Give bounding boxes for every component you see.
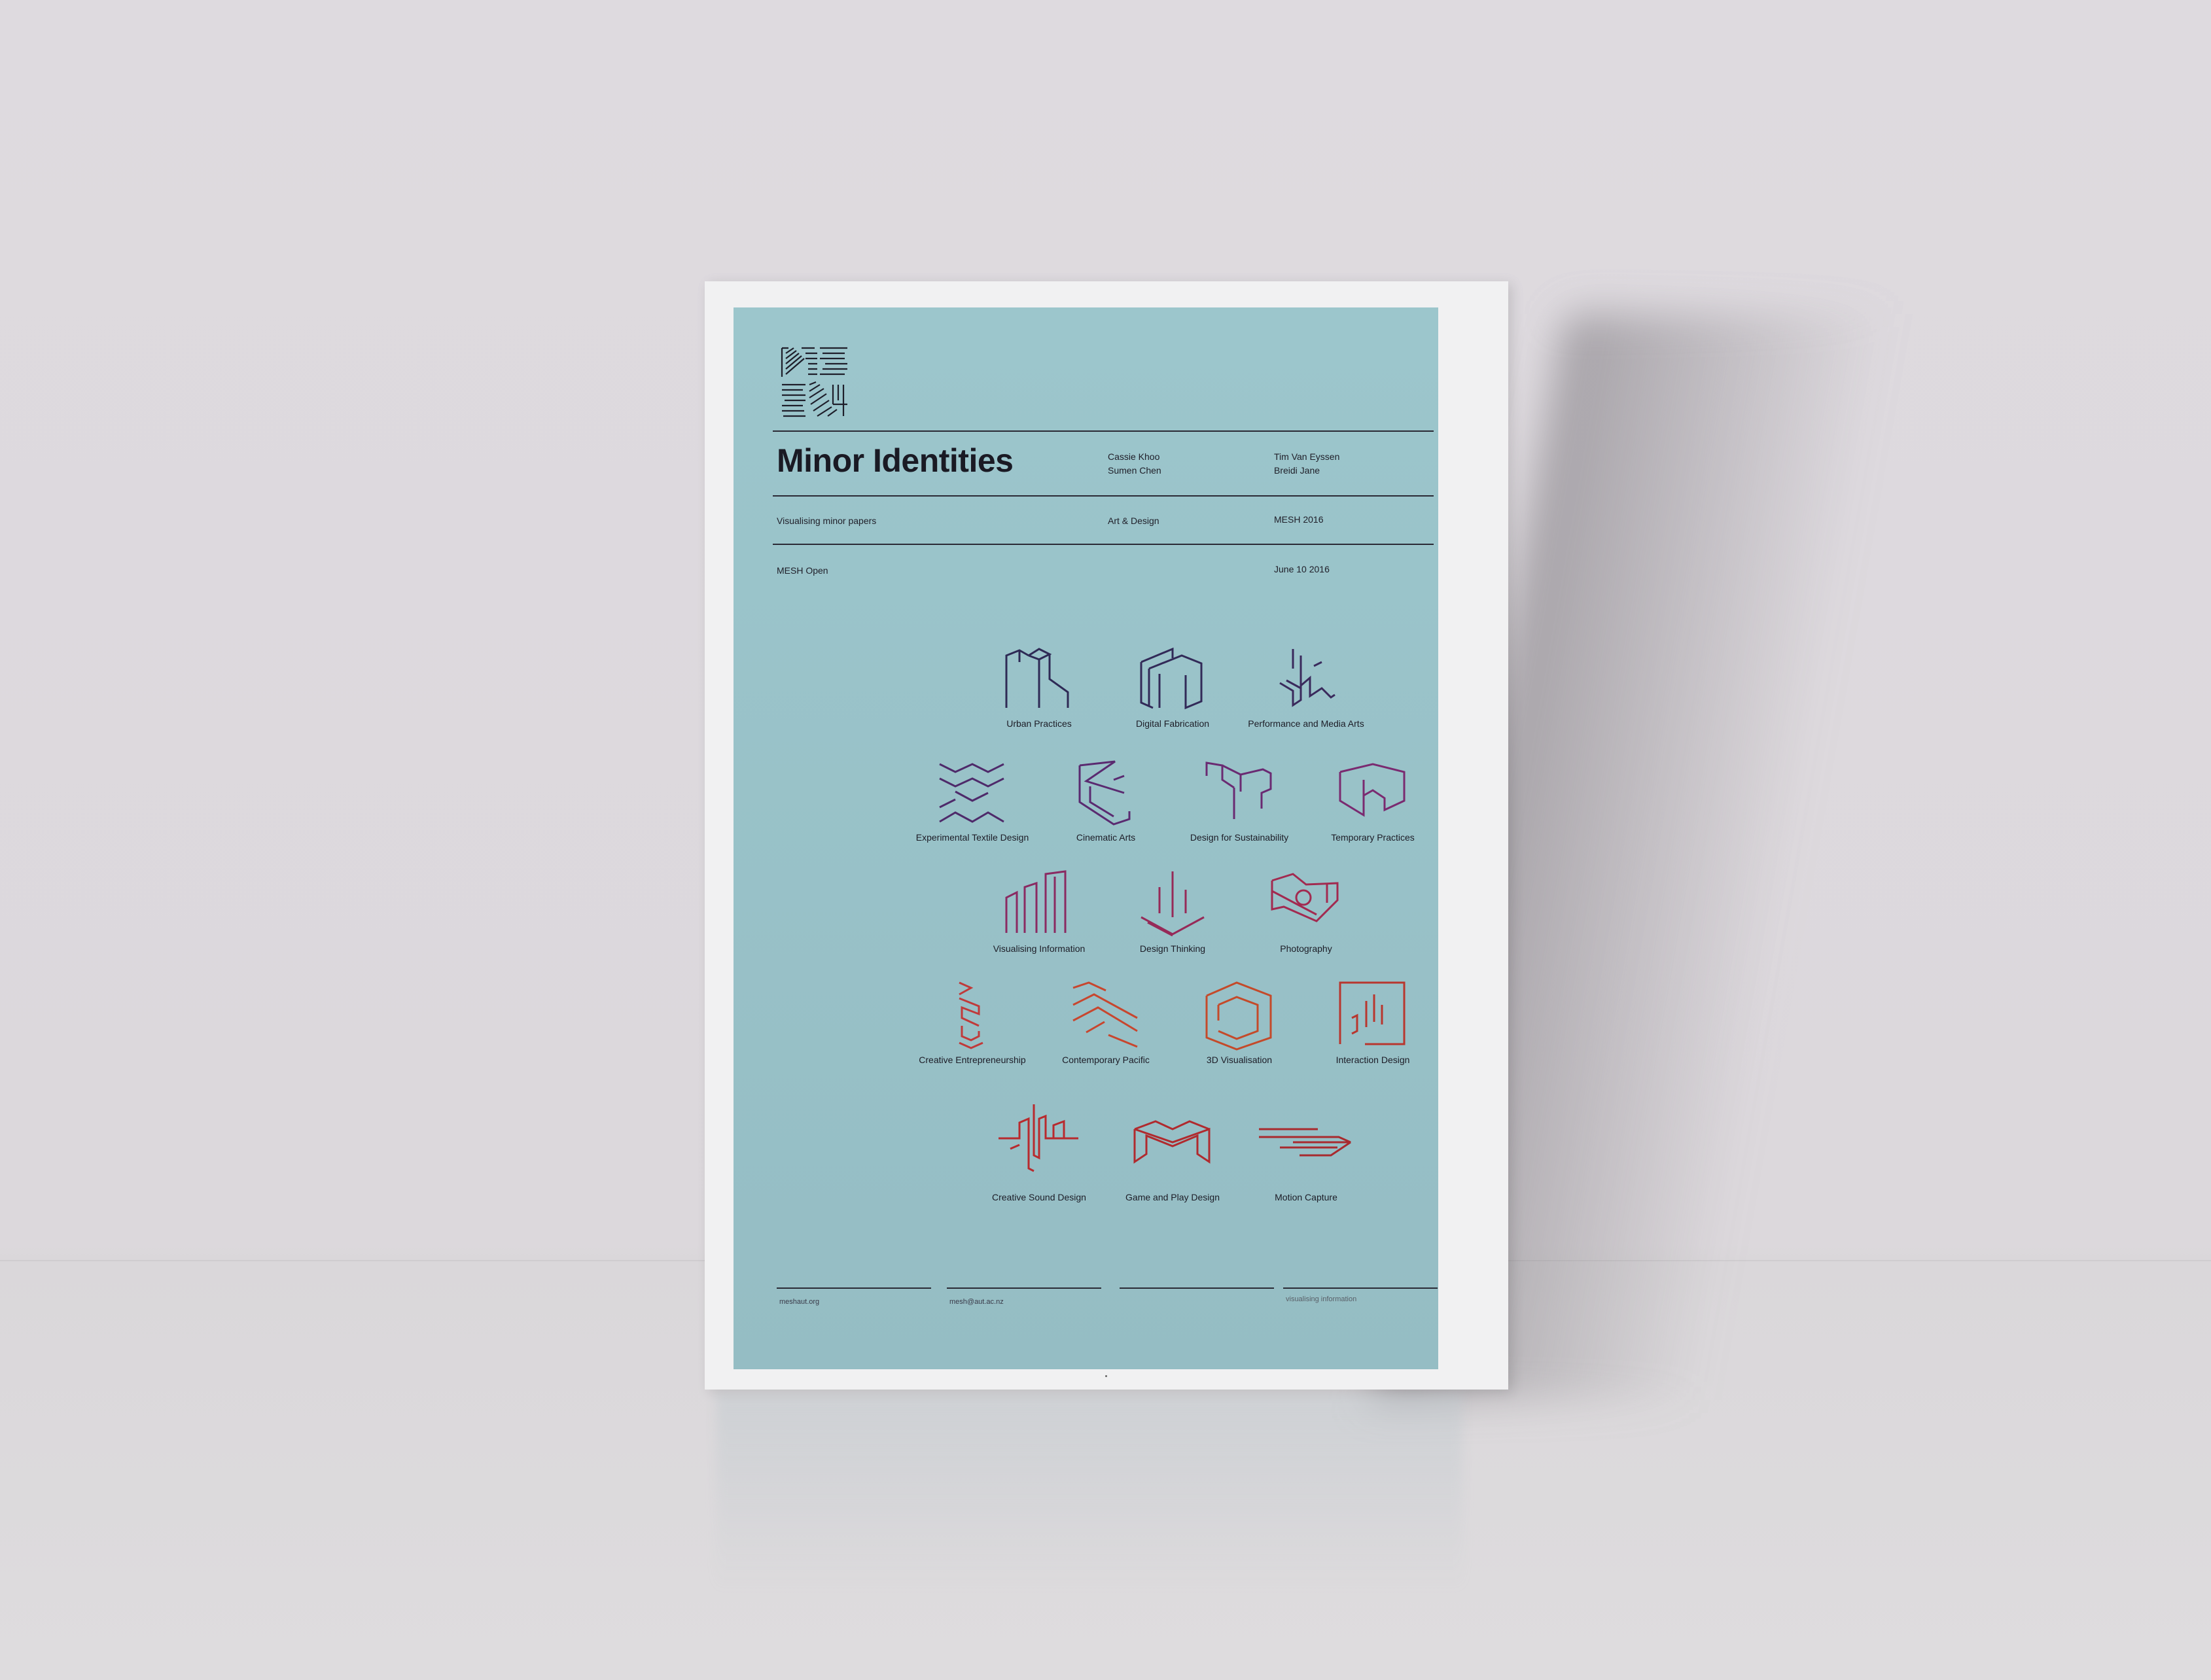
design-thinking-icon — [1141, 871, 1205, 937]
bottom-mark — [1105, 1375, 1107, 1377]
icon-label: Creative Entrepreneurship — [919, 1055, 1026, 1065]
header-rule-bottom — [773, 544, 1434, 545]
creative-sound-design-icon — [999, 1104, 1078, 1172]
icon-label: Design Thinking — [1139, 943, 1206, 954]
footer-website: meshaut.org — [779, 1298, 820, 1306]
icon-label: Cinematic Arts — [1076, 832, 1136, 843]
temporary-practices-icon — [1339, 763, 1406, 817]
interaction-design-icon — [1339, 981, 1406, 1045]
event-date: June 10 2016 — [1274, 564, 1330, 574]
icon-cell-interaction-design: Interaction Design — [1307, 979, 1438, 1065]
icon-cell-visualising-information: Visualising Information — [974, 867, 1105, 954]
footer-topic: visualising information — [1286, 1295, 1357, 1303]
event-year: MESH 2016 — [1274, 514, 1324, 525]
icon-cell-design-for-sustainability: Design for Sustainability — [1174, 756, 1305, 843]
icon-cell-temporary-practices: Temporary Practices — [1307, 756, 1438, 843]
poster-reflection — [716, 1393, 1462, 1590]
icon-label: Digital Fabrication — [1135, 718, 1210, 729]
icon-cell-experimental-textile-design: Experimental Textile Design — [907, 756, 1038, 843]
icon-cell-urban-practices: Urban Practices — [974, 642, 1105, 729]
visualising-information-icon — [1005, 870, 1067, 933]
icon-cell-digital-fabrication: Digital Fabrication — [1107, 642, 1238, 729]
icon-cell-design-thinking: Design Thinking — [1107, 867, 1238, 954]
subtitle: Visualising minor papers — [777, 516, 877, 526]
design-for-sustainability-icon — [1205, 761, 1272, 819]
authors-col1-line1: Cassie Khoo — [1108, 451, 1160, 462]
game-and-play-design-icon — [1133, 1120, 1211, 1164]
icon-cell-creative-entrepreneurship: Creative Entrepreneurship — [907, 979, 1038, 1065]
icon-cell-photography: Photography — [1241, 867, 1371, 954]
footer-rule-2 — [947, 1287, 1101, 1289]
3d-visualisation-icon — [1205, 981, 1272, 1051]
contemporary-pacific-icon — [1072, 981, 1138, 1048]
icon-label: Interaction Design — [1335, 1055, 1410, 1065]
icon-cell-creative-sound-design: Creative Sound Design — [974, 1090, 1105, 1202]
icon-label: 3D Visualisation — [1206, 1055, 1273, 1065]
icon-label: Contemporary Pacific — [1062, 1055, 1150, 1065]
icon-label: Visualising Information — [993, 943, 1086, 954]
icon-label: Game and Play Design — [1125, 1192, 1220, 1202]
icon-cell-game-and-play-design: Game and Play Design — [1107, 1090, 1238, 1202]
authors-col2-line2: Breidi Jane — [1274, 465, 1320, 476]
icon-label: Experimental Textile Design — [915, 832, 1029, 843]
photography-icon — [1271, 873, 1339, 922]
poster: Minor Identities Cassie Khoo Sumen Chen … — [734, 307, 1438, 1377]
digital-fabrication-icon — [1140, 647, 1203, 710]
faculty: Art & Design — [1108, 516, 1159, 526]
icon-label: Creative Sound Design — [992, 1192, 1086, 1202]
header-rule-mid — [773, 495, 1434, 497]
icon-cell-performance-media-arts: Performance and Media Arts — [1241, 642, 1371, 729]
authors-col2-line1: Tim Van Eyssen — [1274, 451, 1340, 462]
footer-email: mesh@aut.ac.nz — [949, 1298, 1004, 1306]
icon-label: Design for Sustainability — [1190, 832, 1289, 843]
icon-cell-contemporary-pacific: Contemporary Pacific — [1040, 979, 1171, 1065]
icon-cell-motion-capture: Motion Capture — [1241, 1090, 1371, 1202]
footer-rule-3 — [1120, 1287, 1274, 1289]
header-rule-top — [773, 430, 1434, 432]
icon-cell-3d-visualisation: 3D Visualisation — [1174, 979, 1305, 1065]
motion-capture-icon — [1259, 1128, 1351, 1157]
event-name: MESH Open — [777, 565, 828, 576]
icon-label: Performance and Media Arts — [1248, 718, 1364, 729]
icon-label: Temporary Practices — [1331, 832, 1415, 843]
icon-cell-cinematic-arts: Cinematic Arts — [1040, 756, 1171, 843]
urban-practices-icon — [1005, 648, 1069, 708]
icon-label: Urban Practices — [1006, 718, 1072, 729]
authors-col1-line2: Sumen Chen — [1108, 465, 1161, 476]
creative-entrepreneurship-icon — [959, 981, 983, 1049]
mesh-logo-icon — [781, 347, 847, 417]
cinematic-arts-icon — [1078, 760, 1131, 826]
footer-rule-4 — [1283, 1287, 1438, 1289]
poster-title: Minor Identities — [777, 442, 1014, 479]
icon-label: Photography — [1280, 943, 1332, 954]
performance-media-arts-icon — [1279, 649, 1335, 707]
icon-label: Motion Capture — [1275, 1192, 1337, 1202]
footer-rule-1 — [777, 1287, 931, 1289]
experimental-textile-design-icon — [939, 763, 1004, 823]
